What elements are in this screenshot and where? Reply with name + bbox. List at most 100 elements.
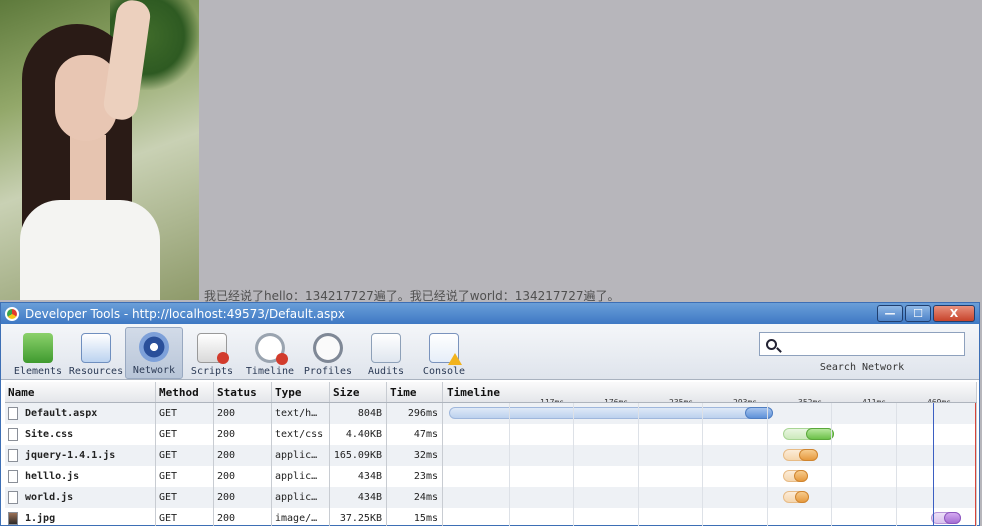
column-header-time[interactable]: Time xyxy=(387,382,443,402)
timing-bar-receive xyxy=(794,470,809,482)
search-icon xyxy=(766,338,777,350)
timeline-gridline xyxy=(573,403,574,526)
timing-bar-receive xyxy=(745,407,774,419)
maximize-button[interactable]: ☐ xyxy=(905,305,931,322)
column-header-name[interactable]: Name xyxy=(5,382,156,402)
timeline-tick: 176ms xyxy=(604,392,628,402)
scripts-icon xyxy=(197,333,229,364)
request-type: applic… xyxy=(272,466,330,487)
request-size: 37.25KB xyxy=(330,508,387,526)
top-shape xyxy=(20,200,160,300)
dom-content-loaded-line xyxy=(933,403,934,526)
request-status: 200 xyxy=(214,487,272,508)
tab-console[interactable]: Console xyxy=(415,327,473,379)
profiles-icon xyxy=(313,333,343,363)
resources-icon xyxy=(81,333,111,363)
tab-elements[interactable]: Elements xyxy=(9,327,67,379)
tab-label: Network xyxy=(132,365,176,376)
request-size: 4.40KB xyxy=(330,424,387,445)
timeline-tick: 117ms xyxy=(540,392,564,402)
request-method: GET xyxy=(156,403,214,424)
panel-toolbar: Elements Resources Network Scripts Timel… xyxy=(1,324,979,380)
request-name[interactable]: Default.aspx xyxy=(5,403,156,424)
request-name-label: world.js xyxy=(25,492,74,503)
network-icon xyxy=(139,332,169,362)
timing-bar[interactable] xyxy=(782,470,809,482)
column-header-method[interactable]: Method xyxy=(156,382,214,402)
request-name-label: Site.css xyxy=(25,429,74,440)
close-button[interactable]: X xyxy=(933,305,975,322)
tab-label: Elements xyxy=(13,366,63,377)
timeline-header-label: Timeline xyxy=(447,386,500,399)
tab-resources[interactable]: Resources xyxy=(67,327,125,379)
request-method: GET xyxy=(156,424,214,445)
search-network-label: Search Network xyxy=(819,362,905,373)
title-bar[interactable]: Developer Tools - http://localhost:49573… xyxy=(1,303,979,324)
column-header-type[interactable]: Type xyxy=(272,382,330,402)
request-size: 434B xyxy=(330,466,387,487)
timeline-tick: 235ms xyxy=(669,392,693,402)
table-header: Name Method Status Type Size Time Timeli… xyxy=(5,382,977,403)
timing-bar[interactable] xyxy=(782,449,818,461)
request-method: GET xyxy=(156,508,214,526)
request-time: 23ms xyxy=(387,466,443,487)
request-method: GET xyxy=(156,487,214,508)
timing-bar-receive xyxy=(794,491,810,503)
file-icon xyxy=(8,449,18,462)
neck-shape xyxy=(70,135,106,205)
developer-tools-window: Developer Tools - http://localhost:49573… xyxy=(0,302,980,526)
tab-label: Scripts xyxy=(190,366,234,377)
request-time: 15ms xyxy=(387,508,443,526)
timeline-tick: 469ms xyxy=(927,392,951,402)
timeline-gridline xyxy=(509,403,510,526)
tab-profiles[interactable]: Profiles xyxy=(299,327,357,379)
portrait-photo xyxy=(0,0,199,300)
elements-icon xyxy=(23,333,53,363)
file-icon xyxy=(8,470,18,483)
file-icon xyxy=(8,428,18,441)
request-time: 47ms xyxy=(387,424,443,445)
tab-label: Resources xyxy=(68,366,124,377)
request-name-label: Default.aspx xyxy=(25,408,98,419)
request-name-label: jquery-1.4.1.js xyxy=(25,450,116,461)
timing-bar[interactable] xyxy=(449,407,774,419)
tab-network[interactable]: Network xyxy=(125,327,183,379)
request-name[interactable]: jquery-1.4.1.js xyxy=(5,445,156,466)
timeline-gridline xyxy=(638,403,639,526)
timing-bar[interactable] xyxy=(930,512,962,524)
request-name[interactable]: world.js xyxy=(5,487,156,508)
search-network-input[interactable] xyxy=(759,332,965,356)
request-method: GET xyxy=(156,445,214,466)
tab-scripts[interactable]: Scripts xyxy=(183,327,241,379)
tab-timeline[interactable]: Timeline xyxy=(241,327,299,379)
request-status: 200 xyxy=(214,466,272,487)
file-icon xyxy=(8,491,18,504)
tab-label: Profiles xyxy=(303,366,353,377)
request-status: 200 xyxy=(214,424,272,445)
request-type: text/h… xyxy=(272,403,330,424)
request-name[interactable]: 1.jpg xyxy=(5,508,156,526)
file-icon xyxy=(8,407,18,420)
request-name[interactable]: Site.css xyxy=(5,424,156,445)
chrome-icon xyxy=(5,306,19,321)
request-type: applic… xyxy=(272,445,330,466)
timeline-gridline xyxy=(896,403,897,526)
column-header-size[interactable]: Size xyxy=(330,382,387,402)
timeline-gridline xyxy=(831,403,832,526)
timeline-tick: 352ms xyxy=(798,392,822,402)
column-header-status[interactable]: Status xyxy=(214,382,272,402)
column-header-timeline[interactable]: Timeline 117ms 176ms 235ms 293ms 352ms 4… xyxy=(443,382,977,402)
tab-label: Timeline xyxy=(245,366,295,377)
audits-icon xyxy=(371,333,401,363)
timeline-tick: 411ms xyxy=(862,392,886,402)
tab-label: Console xyxy=(422,366,466,377)
request-time: 296ms xyxy=(387,403,443,424)
request-status: 200 xyxy=(214,445,272,466)
request-size: 804B xyxy=(330,403,387,424)
request-name[interactable]: helllo.js xyxy=(5,466,156,487)
minimize-button[interactable]: — xyxy=(877,305,903,322)
timing-bar[interactable] xyxy=(782,428,835,440)
tab-audits[interactable]: Audits xyxy=(357,327,415,379)
timeline-icon xyxy=(255,333,288,365)
timing-bar[interactable] xyxy=(782,491,810,503)
